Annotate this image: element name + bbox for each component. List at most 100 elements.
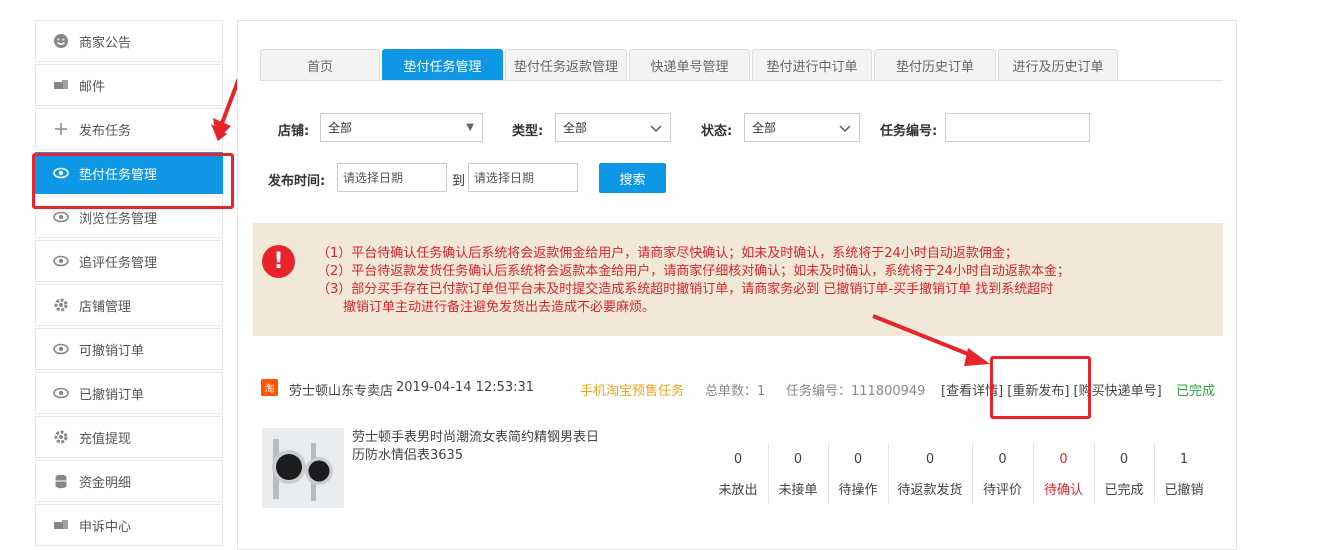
sidebar-item-label: 发布任务 [79,123,132,139]
order-stat: 1 已撤销 [1154,449,1214,498]
notice-line: （2）平台待返款发货任务确认后系统将会返款本金给用户，请商家仔细核对确认；如未及… [317,264,1070,279]
tab-2[interactable]: 垫付任务返款管理 [505,49,627,80]
stat-divider [768,443,769,503]
stat-divider [1033,443,1034,503]
tab-6[interactable]: 进行及历史订单 [998,49,1118,80]
stat-value: 0 [733,452,743,467]
sidebar-item-8[interactable]: 已撤销订单 [35,372,223,414]
sidebar-item-label: 商家公告 [79,35,132,51]
sidebar-item-11[interactable]: 申诉中心 [35,504,223,546]
sidebar-item-5[interactable]: 追评任务管理 [35,240,223,282]
stat-value: 0 [793,452,803,467]
order-time: 2019-04-14 12:53:31 [396,380,535,395]
eye-icon [53,209,69,225]
order-status: 已完成 [1176,384,1216,399]
stat-label: 已完成 [1104,483,1144,498]
sidebar-item-6[interactable]: 店铺管理 [35,284,223,326]
eye-icon [53,385,69,401]
sidebar: 商家公告 邮件 发布任务 垫付任务管理 浏览任务管理 追评任务管理 店铺管理 可撤销订单 已撤销… [35,20,223,548]
stat-value: 1 [1179,452,1189,467]
stat-divider [1094,443,1095,503]
stat-label: 待确认 [1043,483,1083,498]
date-start-input[interactable]: 请选择日期 [337,163,447,192]
tab-bar: 首页 垫付任务管理 垫付任务返款管理 快递单号管理 垫付进行中订单 垫付历史订单 进行及历史… [260,49,1120,80]
task-number-input[interactable] [945,113,1090,142]
order-shop-name: 劳士顿山东专卖店 [289,384,394,399]
sidebar-item-10[interactable]: 资金明细 [35,460,223,502]
date-end-placeholder: 请选择日期 [474,171,535,185]
status-select[interactable]: 全部 [744,113,860,142]
order-task-type: 手机淘宝预售任务 [580,384,685,399]
task-number-label: 任务编号: [880,124,938,139]
sidebar-item-label: 资金明细 [79,475,132,491]
database-icon [53,473,69,489]
main-panel: 首页 垫付任务管理 垫付任务返款管理 快递单号管理 垫付进行中订单 垫付历史订单 进行及历史… [237,20,1237,550]
sidebar-item-9[interactable]: 充值提现 [35,416,223,458]
sidebar-item-0[interactable]: 商家公告 [35,20,223,62]
tab-0[interactable]: 首页 [260,49,380,80]
date-start-placeholder: 请选择日期 [343,171,404,185]
shop-select[interactable]: 全部 ▼ [320,113,483,142]
sidebar-item-2[interactable]: 发布任务 [35,108,223,150]
tab-underline [260,80,1223,81]
gear-icon [53,429,69,445]
sidebar-item-label: 可撤销订单 [79,343,145,359]
order-stat: 0 待评价 [972,449,1033,498]
sidebar-item-7[interactable]: 可撤销订单 [35,328,223,370]
smiley-icon [53,33,69,49]
stat-value: 0 [925,452,935,467]
chevron-down-icon [650,125,662,132]
product-title[interactable]: 劳士顿手表男时尚潮流女表简约精钢男表日历防水情侣表3635 [352,429,602,465]
tab-4[interactable]: 垫付进行中订单 [752,49,872,80]
publish-date-label: 发布时间: [268,174,326,189]
sidebar-item-1[interactable]: 邮件 [35,64,223,106]
sidebar-item-label: 追评任务管理 [79,255,158,271]
gear-icon [53,297,69,313]
sidebar-item-label: 充值提现 [79,431,132,447]
order-stat: 0 未接单 [768,449,828,498]
stat-divider [1154,443,1155,503]
mail-icon [53,517,69,533]
type-select[interactable]: 全部 [555,113,671,142]
tab-5[interactable]: 垫付历史订单 [874,49,996,80]
tab-1[interactable]: 垫付任务管理 [382,49,503,80]
watch-image [263,429,343,507]
stat-value: 0 [853,452,863,467]
sidebar-item-label: 邮件 [79,79,106,95]
order-stat: 0 待返款发货 [888,449,972,498]
eye-icon [53,341,69,357]
stat-label: 待评价 [982,483,1022,498]
search-button[interactable]: 搜索 [599,163,666,193]
stat-label: 未放出 [718,483,758,498]
plus-icon [53,121,69,137]
stat-value: 0 [1059,452,1068,467]
stat-label: 已撤销 [1164,483,1204,498]
stat-value: 0 [998,452,1007,467]
stat-label: 未接单 [778,483,818,498]
date-to-label: 到 [452,174,466,189]
notice-panel: ! （1）平台待确认任务确认后系统将会返款佣金给用户，请商家尽快确认；如未及时确… [253,223,1223,336]
date-end-input[interactable]: 请选择日期 [468,163,578,192]
stat-divider [888,443,889,503]
product-thumbnail[interactable] [262,428,344,508]
notice-line: （1）平台待确认任务确认后系统将会返款佣金给用户，请商家尽快确认；如未及时确认，… [317,246,1018,261]
shop-select-value: 全部 [328,121,353,135]
stat-label: 待操作 [838,483,878,498]
stat-divider [828,443,829,503]
stat-label: 待返款发货 [897,483,963,498]
caret-down-icon: ▼ [466,122,474,133]
notice-line: （3）部分买手存在已付款订单但平台未及时提交造成系统超时撤销订单，请商家务必到 … [317,282,1054,297]
mail-icon [53,77,69,93]
sidebar-item-label: 已撤销订单 [79,387,145,403]
sidebar-item-label: 店铺管理 [79,299,132,315]
chevron-down-icon [839,125,851,132]
eye-icon [53,253,69,269]
status-label: 状态: [701,124,733,139]
notice-text: （1）平台待确认任务确认后系统将会返款佣金给用户，请商家尽快确认；如未及时确认，… [317,245,1070,317]
sidebar-item-label: 浏览任务管理 [79,211,158,227]
sidebar-item-label: 申诉中心 [79,519,132,535]
annotation-box-sidebar [32,153,234,209]
order-total: 总单数：1 [705,384,766,399]
annotation-box-republish [990,356,1091,419]
tab-3[interactable]: 快递单号管理 [629,49,750,80]
